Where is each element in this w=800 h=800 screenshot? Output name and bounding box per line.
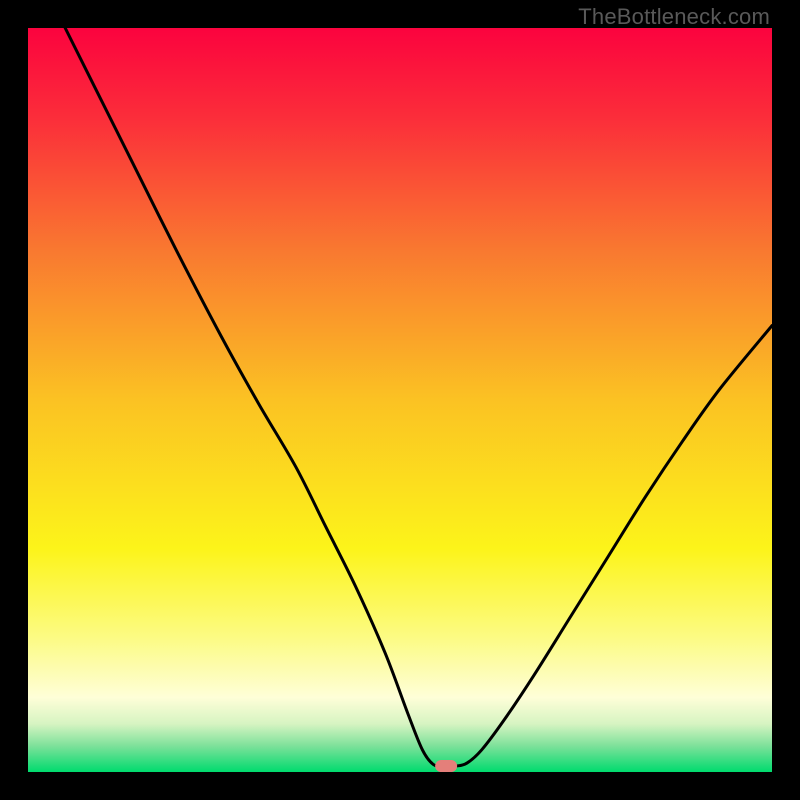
chart-frame [28,28,772,772]
bottleneck-chart [28,28,772,772]
watermark-text: TheBottleneck.com [578,4,770,30]
gradient-background [28,28,772,772]
minimum-marker [435,760,457,772]
